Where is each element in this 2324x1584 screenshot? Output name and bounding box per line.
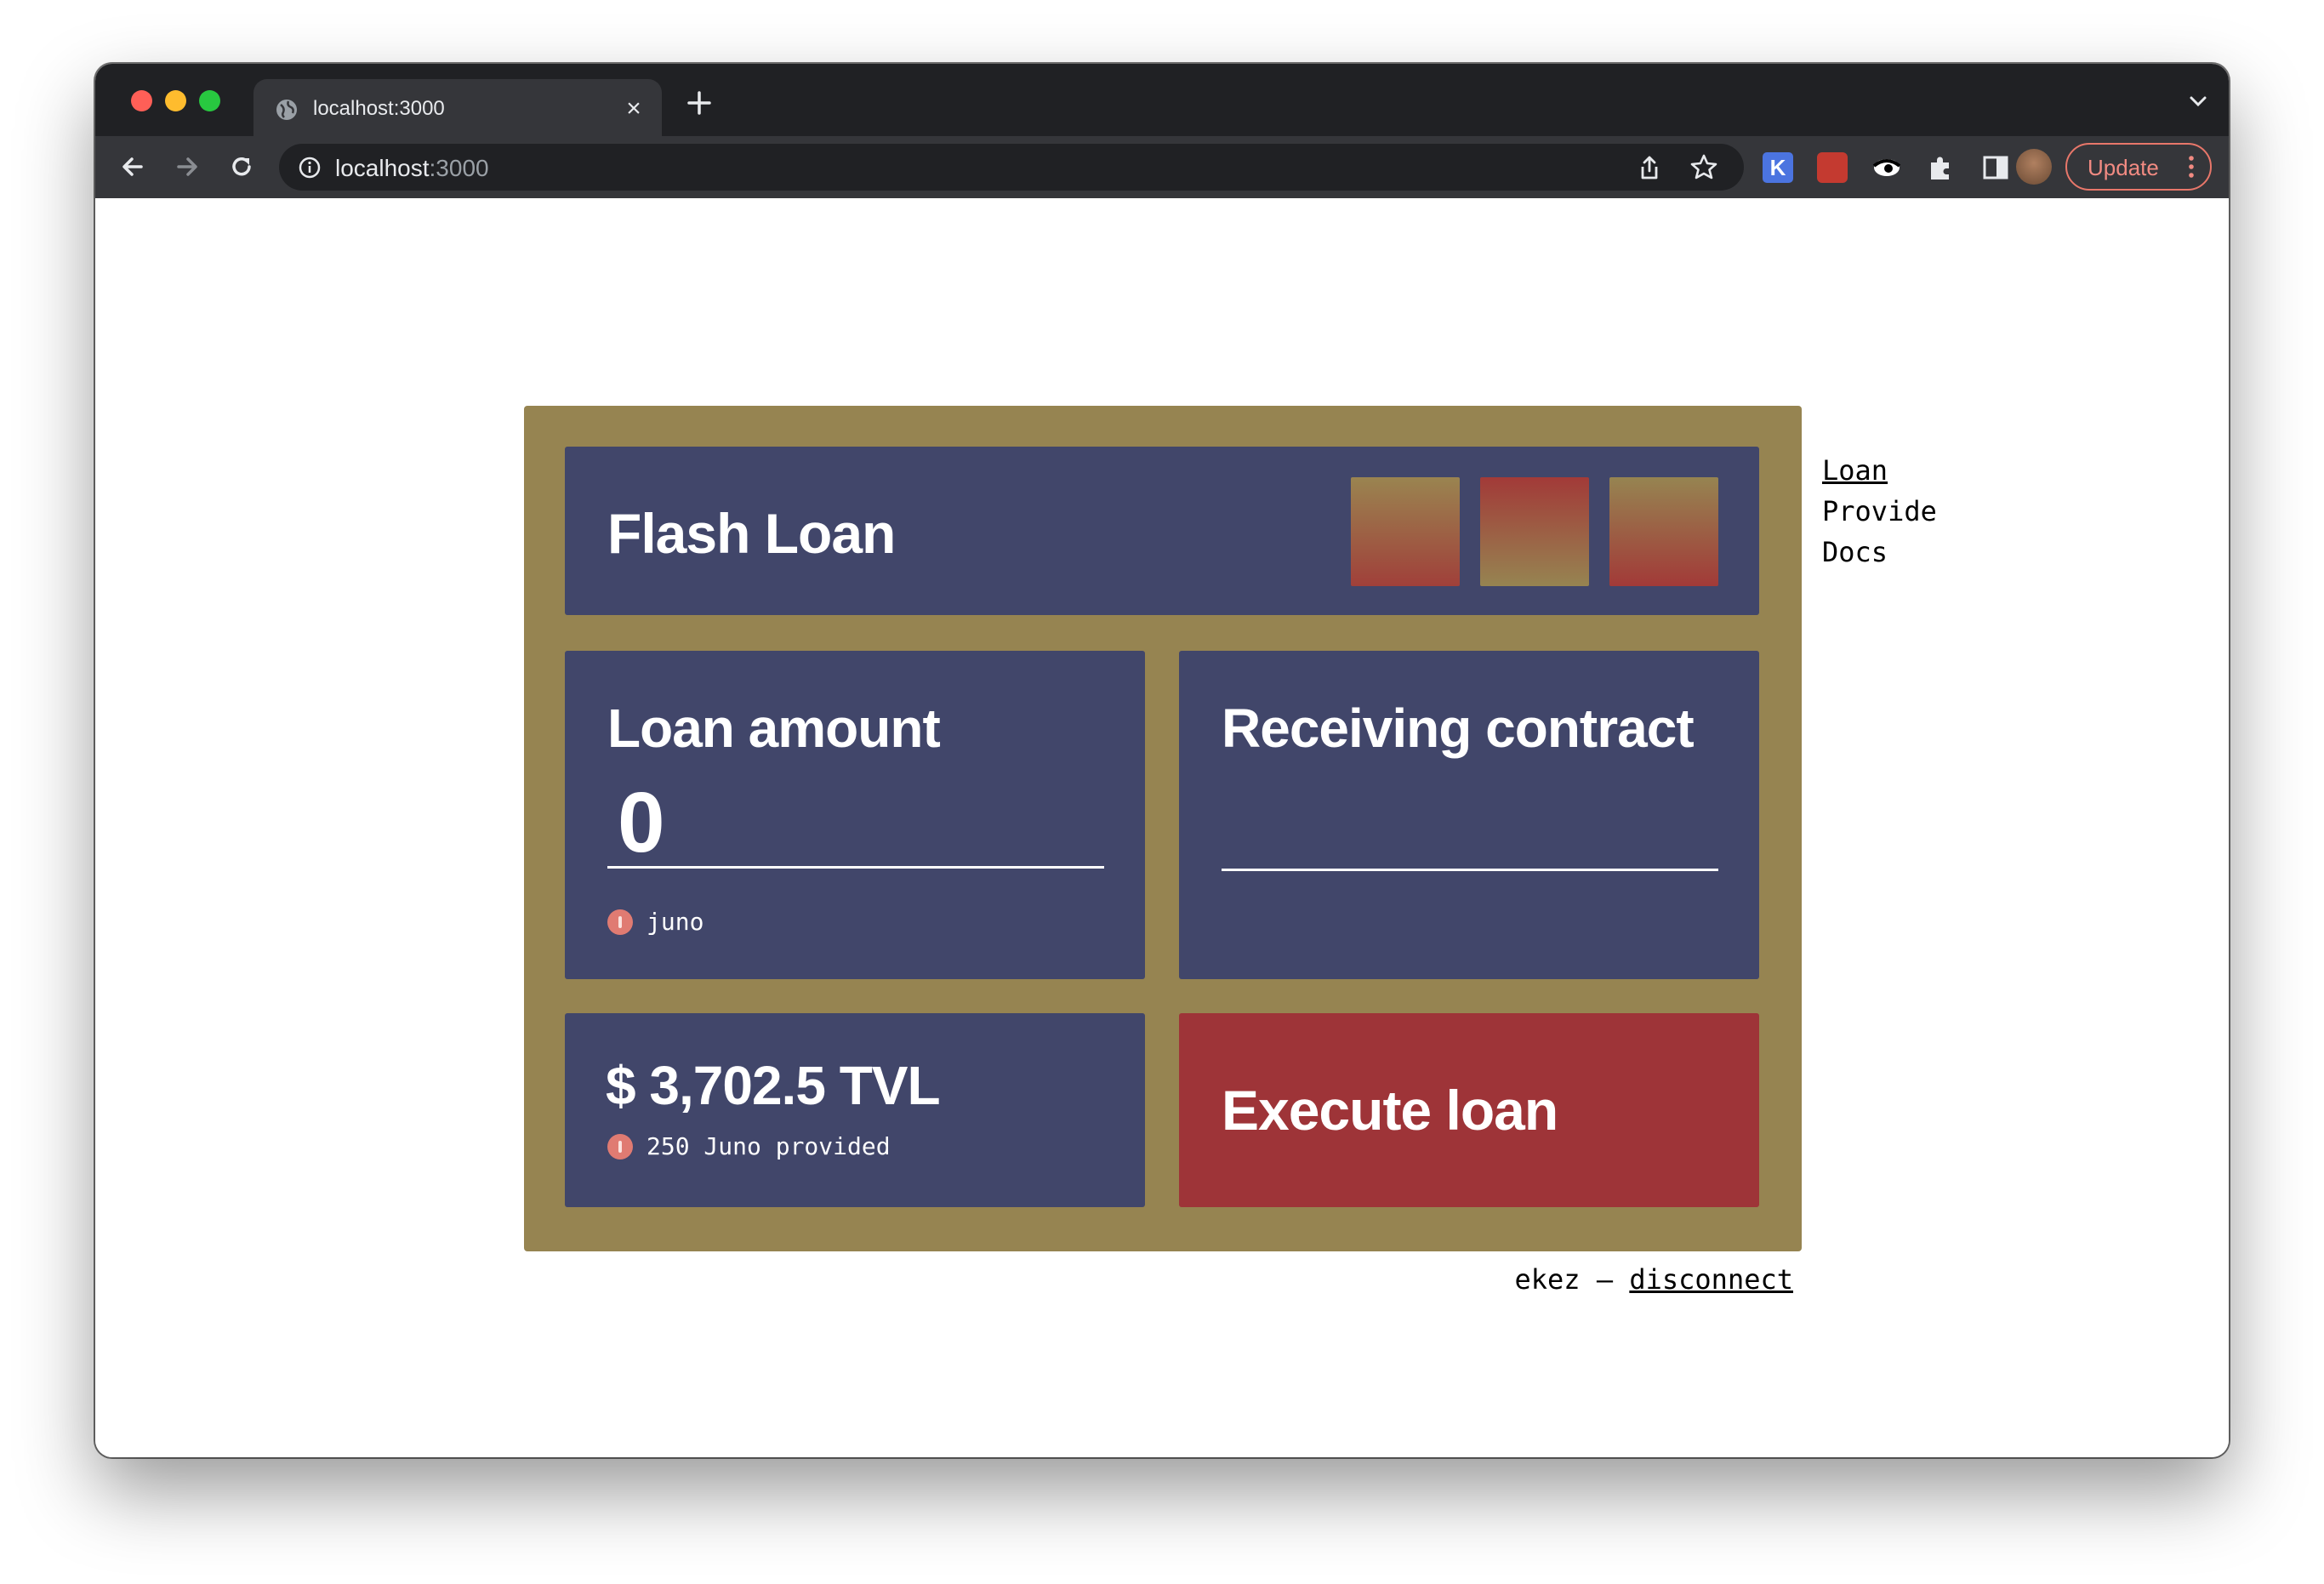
browser-toolbar: localhost:3000 K Update <box>95 136 2229 198</box>
decorative-square <box>1609 477 1718 586</box>
share-icon[interactable] <box>1637 154 1662 181</box>
header-panel: Flash Loan <box>565 447 1759 615</box>
juno-token-icon <box>607 909 633 935</box>
tab-bar: localhost:3000 × <box>95 64 2229 136</box>
back-arrow-icon[interactable] <box>117 151 148 182</box>
decorative-square <box>1480 477 1589 586</box>
new-tab-icon[interactable] <box>682 86 716 120</box>
juno-token-icon <box>607 1134 633 1160</box>
side-nav: Loan Provide Docs <box>1822 450 1937 573</box>
more-vertical-icon <box>2189 156 2194 178</box>
extension-icon[interactable] <box>1817 152 1848 183</box>
receiving-contract-title: Receiving contract <box>1222 698 1695 759</box>
url-text: localhost:3000 <box>335 155 489 181</box>
separator: – <box>1580 1263 1630 1296</box>
nav-link-loan[interactable]: Loan <box>1822 450 1937 491</box>
reload-icon[interactable] <box>226 151 257 182</box>
disconnect-link[interactable]: disconnect <box>1629 1263 1793 1296</box>
page-content: Flash Loan Loan amount 0 juno Receiving … <box>95 198 2229 1457</box>
flash-loan-card: Flash Loan Loan amount 0 juno Receiving … <box>524 406 1802 1251</box>
globe-icon <box>276 100 297 120</box>
profile-avatar[interactable] <box>2016 149 2052 185</box>
loan-amount-input[interactable]: 0 <box>607 777 1104 869</box>
denom-label: juno <box>647 908 704 936</box>
update-button[interactable]: Update <box>2065 143 2212 191</box>
execute-loan-button[interactable]: Execute loan <box>1179 1013 1759 1207</box>
tab-title: localhost:3000 <box>313 97 445 120</box>
wallet-name: ekez <box>1514 1263 1581 1296</box>
keplr-extension-icon[interactable]: K <box>1763 152 1793 183</box>
close-tab-icon[interactable]: × <box>621 96 647 122</box>
browser-window: localhost:3000 × localhost:3000 K Update… <box>95 64 2229 1457</box>
info-icon[interactable] <box>298 156 322 179</box>
execute-loan-label: Execute loan <box>1222 1079 1558 1142</box>
receiving-contract-panel: Receiving contract <box>1179 651 1759 979</box>
address-bar[interactable]: localhost:3000 <box>279 144 1744 191</box>
bookmark-star-icon[interactable] <box>1689 152 1718 181</box>
puzzle-extensions-icon[interactable] <box>1926 152 1957 183</box>
nav-link-docs[interactable]: Docs <box>1822 532 1937 573</box>
forward-arrow-icon[interactable] <box>172 151 202 182</box>
close-window-button[interactable] <box>131 90 152 111</box>
page-title: Flash Loan <box>607 502 896 565</box>
eye-extension-icon[interactable] <box>1871 152 1902 183</box>
browser-tab[interactable]: localhost:3000 × <box>253 79 662 136</box>
provided-label: 250 Juno provided <box>647 1132 891 1160</box>
minimize-window-button[interactable] <box>165 90 186 111</box>
loan-amount-title: Loan amount <box>607 698 941 759</box>
maximize-window-button[interactable] <box>199 90 220 111</box>
chevron-down-icon[interactable] <box>2186 91 2210 111</box>
decorative-square <box>1351 477 1460 586</box>
side-panel-icon[interactable] <box>1980 152 2011 183</box>
tvl-panel: $ 3,702.5 TVL 250 Juno provided <box>565 1013 1145 1207</box>
tvl-value: $ 3,702.5 TVL <box>606 1055 941 1116</box>
wallet-status: ekez – disconnect <box>1514 1263 1793 1296</box>
nav-link-provide[interactable]: Provide <box>1822 491 1937 532</box>
loan-amount-panel: Loan amount 0 juno <box>565 651 1145 979</box>
receiving-contract-input[interactable] <box>1222 777 1718 871</box>
